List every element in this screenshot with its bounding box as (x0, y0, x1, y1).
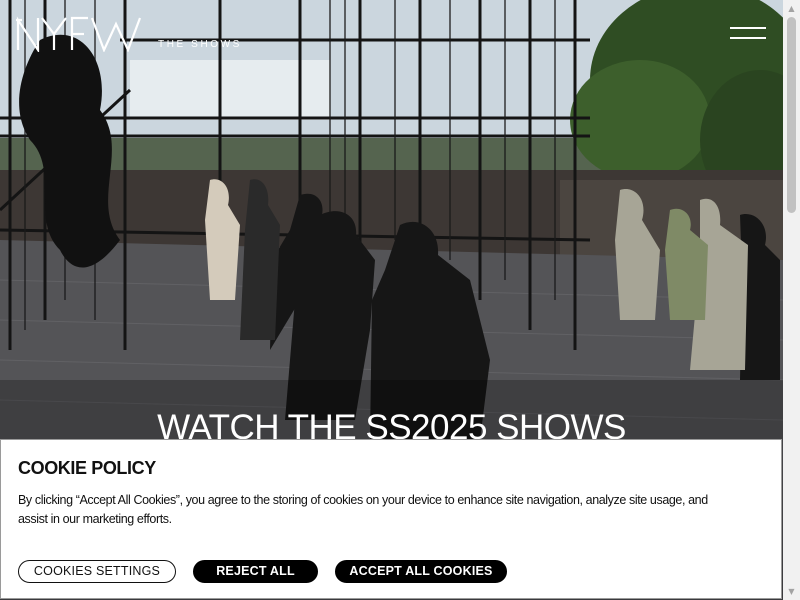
scroll-up-arrow-icon[interactable]: ▲ (783, 0, 800, 17)
menu-line-top (730, 27, 766, 29)
cookies-settings-button[interactable]: COOKIES SETTINGS (18, 560, 176, 583)
reject-all-button[interactable]: REJECT ALL (193, 560, 318, 583)
accept-all-cookies-button[interactable]: ACCEPT ALL COOKIES (335, 560, 507, 583)
logo-subtitle: THE SHOWS (158, 39, 242, 50)
site-logo[interactable]: THE SHOWS (16, 16, 242, 52)
scroll-thumb[interactable] (787, 17, 796, 213)
page-scrollbar[interactable]: ▲ ▼ (783, 0, 800, 600)
menu-line-bottom (730, 37, 766, 39)
cookie-description: By clicking “Accept All Cookies”, you ag… (18, 493, 708, 526)
cookie-title: COOKIE POLICY (18, 458, 156, 478)
nyfw-logo-icon (16, 16, 142, 52)
hamburger-menu-icon[interactable] (730, 24, 766, 42)
cookie-banner: COOKIE POLICY By clicking “Accept All Co… (0, 439, 782, 599)
scroll-down-arrow-icon[interactable]: ▼ (783, 583, 800, 600)
